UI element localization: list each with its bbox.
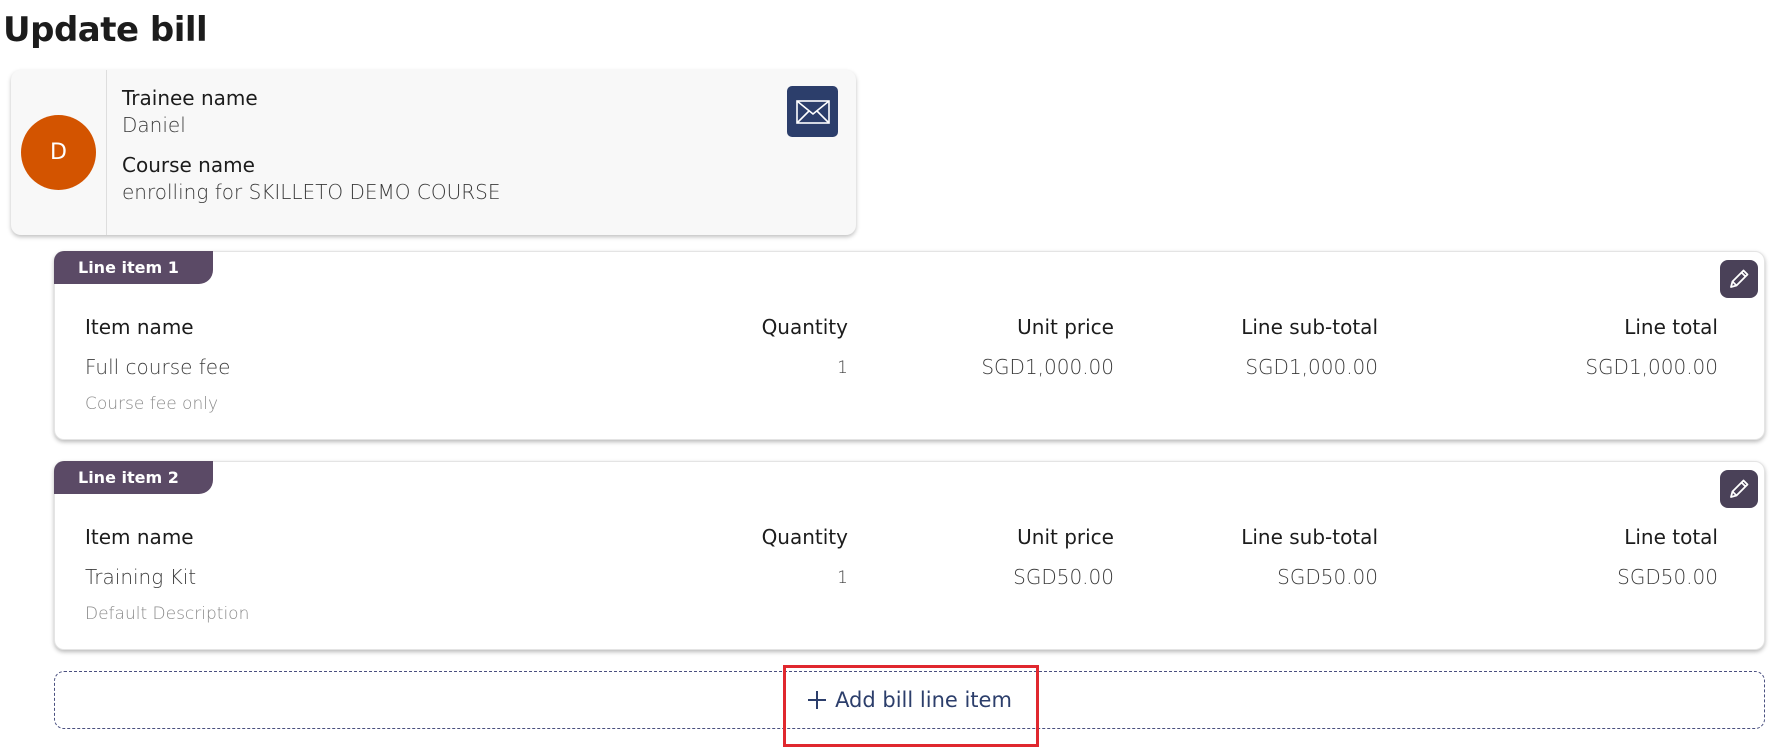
- trainee-name-value: Daniel: [122, 113, 186, 137]
- line-item-tag: Line item 2: [54, 461, 213, 494]
- unit-price-value: SGD1,000.00: [981, 355, 1114, 379]
- line-subtotal-value: SGD1,000.00: [1245, 355, 1378, 379]
- quantity-value: 1: [837, 358, 848, 378]
- plus-icon: [808, 691, 827, 709]
- trainee-info: Trainee name Daniel Course name enrollin…: [107, 70, 856, 235]
- pencil-icon: [1730, 479, 1749, 498]
- course-name-label: Course name: [122, 153, 255, 177]
- quantity-header: Quantity: [761, 315, 848, 339]
- item-name-header: Item name: [85, 315, 194, 339]
- page-title: Update bill: [3, 10, 208, 50]
- line-total-value: SGD50.00: [1617, 565, 1718, 589]
- item-description: Default Description: [85, 604, 250, 624]
- line-item-tag: Line item 1: [54, 251, 213, 284]
- course-name-value: enrolling for SKILLETO DEMO COURSE: [122, 180, 501, 204]
- line-total-header: Line total: [1624, 525, 1718, 549]
- line-subtotal-header: Line sub-total: [1241, 525, 1378, 549]
- avatar: D: [21, 115, 96, 190]
- unit-price-header: Unit price: [1017, 315, 1114, 339]
- line-item-card: Line item 2 Item name Quantity Unit pric…: [54, 461, 1765, 650]
- item-description: Course fee only: [85, 394, 219, 414]
- avatar-column: D: [11, 70, 107, 235]
- add-bill-line-item-button[interactable]: Add bill line item: [54, 671, 1765, 729]
- trainee-name-label: Trainee name: [122, 86, 258, 110]
- update-bill-page: Update bill D Trainee name Daniel Course…: [0, 0, 1773, 754]
- add-bill-line-item-label: Add bill line item: [835, 688, 1012, 712]
- envelope-icon: [795, 99, 830, 124]
- quantity-value: 1: [837, 568, 848, 588]
- edit-line-item-button[interactable]: [1720, 260, 1758, 298]
- unit-price-value: SGD50.00: [1013, 565, 1114, 589]
- email-button[interactable]: [787, 86, 838, 137]
- quantity-header: Quantity: [761, 525, 848, 549]
- line-subtotal-value: SGD50.00: [1277, 565, 1378, 589]
- item-name-header: Item name: [85, 525, 194, 549]
- line-item-card: Line item 1 Item name Quantity Unit pric…: [54, 251, 1765, 440]
- line-subtotal-header: Line sub-total: [1241, 315, 1378, 339]
- edit-line-item-button[interactable]: [1720, 470, 1758, 508]
- unit-price-header: Unit price: [1017, 525, 1114, 549]
- item-name-value: Training Kit: [85, 565, 197, 589]
- trainee-card: D Trainee name Daniel Course name enroll…: [11, 70, 856, 235]
- item-name-value: Full course fee: [85, 355, 231, 379]
- pencil-icon: [1730, 269, 1749, 288]
- line-total-header: Line total: [1624, 315, 1718, 339]
- line-total-value: SGD1,000.00: [1585, 355, 1718, 379]
